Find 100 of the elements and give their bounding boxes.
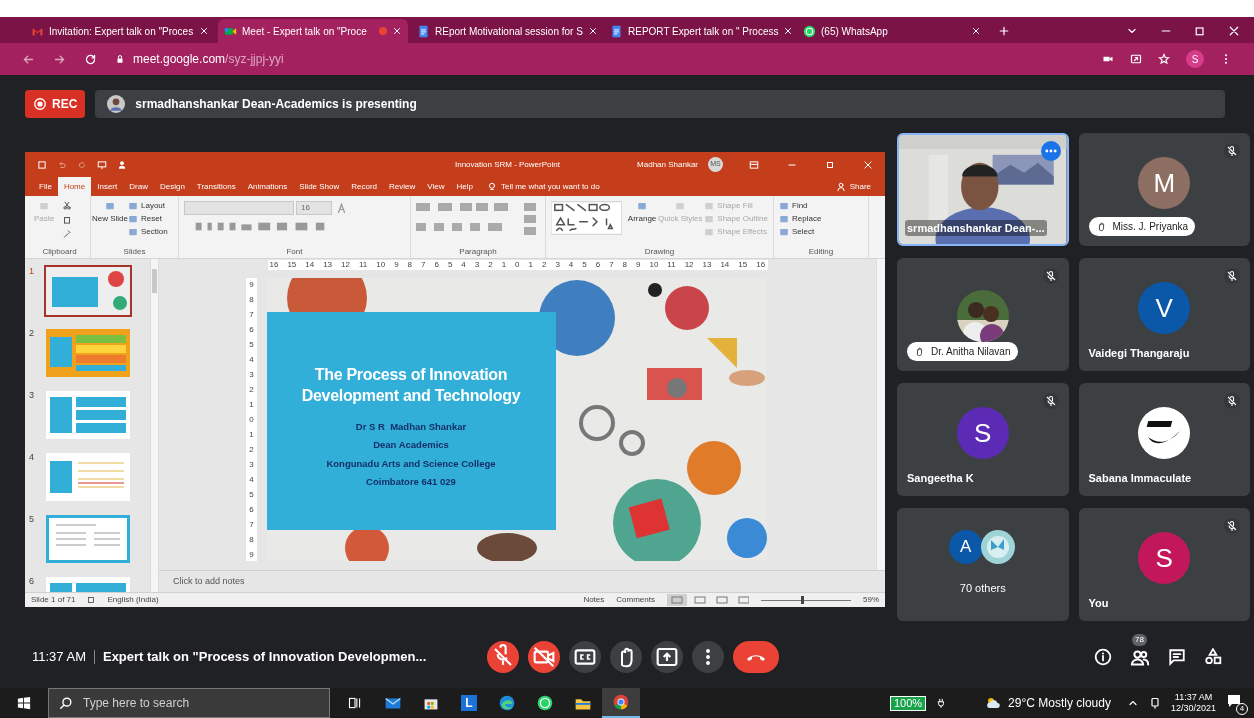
slide-number: 3 [29, 389, 35, 402]
captions-button[interactable] [569, 641, 601, 673]
network-icon[interactable] [1148, 697, 1161, 709]
meeting-time: 11:37 AM [32, 648, 86, 667]
raised-hand-icon [914, 346, 925, 357]
document-icon [417, 24, 430, 38]
ribbon-button[interactable]: Reset [128, 214, 168, 224]
participant-tile[interactable]: Sabana Immaculate [1078, 383, 1250, 496]
windows-start-icon[interactable] [17, 696, 31, 710]
ribbon-button[interactable]: Replace [779, 214, 863, 224]
zoom-slider[interactable] [761, 596, 851, 604]
slide-number: 5 [29, 513, 35, 526]
ribbon-tab[interactable]: Slide Show [293, 177, 346, 196]
mic-off-icon [1224, 518, 1240, 534]
ribbon-button[interactable]: Arrange [627, 201, 657, 224]
spellcheck-icon[interactable] [87, 596, 96, 604]
copy-icon[interactable] [62, 215, 73, 225]
ribbon-button[interactable]: Find [779, 201, 863, 211]
meeting-title: Expert talk on "Process of Innovation Developmen... [102, 648, 427, 667]
tell-me-field[interactable]: Tell me what you want to do [500, 180, 600, 193]
participant-tile[interactable]: M Miss. J. Priyanka [1078, 133, 1250, 246]
ribbon-tab[interactable]: Animations [241, 177, 294, 196]
info-icon[interactable] [1094, 648, 1112, 666]
ribbon-tab[interactable]: File [33, 177, 58, 196]
url-field[interactable]: meet.google.com/syz-jjpj-yyi [133, 50, 284, 68]
more-options-icon[interactable] [1040, 141, 1061, 161]
more-options-button[interactable] [692, 641, 724, 673]
cloud-icon [984, 695, 1003, 711]
participant-tile[interactable]: A 70 others [897, 508, 1069, 621]
ribbon-tab[interactable]: Review [383, 177, 422, 196]
ribbon-button[interactable]: Layout [128, 201, 168, 211]
search-field[interactable]: Type here to search [48, 688, 330, 718]
ribbon-tab[interactable]: View [421, 177, 451, 196]
close-icon[interactable] [587, 26, 598, 36]
ribbon-display-icon[interactable] [749, 159, 759, 170]
restore-icon[interactable] [1194, 25, 1206, 37]
participant-tile[interactable]: S You [1078, 508, 1250, 621]
mic-off-button[interactable] [487, 641, 519, 673]
ribbon-tab[interactable]: Record [345, 177, 384, 196]
ribbon-tab[interactable]: Design [153, 177, 191, 196]
activities-icon[interactable] [1204, 648, 1222, 666]
share-icon[interactable] [1130, 53, 1142, 65]
participant-tile[interactable]: S Sangeetha K [897, 383, 1069, 496]
close-icon[interactable] [971, 26, 981, 36]
taskbar-app-button[interactable] [602, 688, 640, 718]
raise-hand-button[interactable] [610, 641, 642, 673]
slide-number: 6 [29, 575, 35, 588]
share-button[interactable]: Share [849, 180, 871, 193]
notes-placeholder[interactable]: Click to add notes [173, 574, 245, 589]
scrollbar[interactable] [150, 259, 159, 592]
ribbon-tab[interactable]: Transitions [190, 177, 242, 196]
close-icon[interactable] [199, 26, 209, 36]
brush-icon[interactable] [62, 229, 73, 239]
ribbon-tab[interactable]: Insert [91, 177, 124, 196]
participant-tile[interactable]: Dr. Anitha Nilavan [897, 258, 1069, 371]
ribbon-tab[interactable]: Draw [123, 177, 154, 196]
document-icon [610, 24, 623, 38]
vertical-ruler: 9 8 7 6 5 4 3 2 1 0 1 2 3 4 5 6 7 8 9 [246, 278, 257, 561]
new-tab-icon[interactable] [998, 25, 1010, 37]
notes-button[interactable]: Notes [583, 595, 605, 605]
app-icon[interactable]: L [461, 695, 477, 711]
browser-tab[interactable]: Meet - Expert talk on "Proce [218, 19, 408, 43]
comments-button[interactable]: Comments [616, 595, 655, 605]
present-button[interactable] [651, 641, 683, 673]
ribbon-tab[interactable]: Help [450, 177, 479, 196]
close-icon[interactable] [1228, 25, 1240, 37]
profile-avatar[interactable]: S [1186, 50, 1204, 68]
ribbon-button[interactable]: Select [779, 227, 863, 237]
person-icon[interactable] [117, 159, 127, 170]
person-icon [835, 181, 846, 192]
avatar-icon [107, 94, 126, 113]
shapes-gallery-icon[interactable] [551, 201, 622, 235]
clock[interactable]: 11:37 AM 12/30/2021 [1170, 692, 1216, 714]
notification-button[interactable]: 4 [1226, 693, 1246, 713]
star-icon[interactable] [1158, 53, 1170, 65]
save-icon[interactable] [37, 159, 47, 170]
font-name-field[interactable] [184, 201, 294, 215]
close-icon[interactable] [783, 26, 794, 36]
ribbon-tab[interactable]: Home [57, 177, 92, 196]
camera-off-button[interactable] [528, 641, 560, 673]
participant-tile[interactable]: V Vaidegi Thangaraju [1078, 258, 1250, 371]
close-icon[interactable] [863, 159, 873, 170]
slide-text: Coimbatore 641 029 [366, 474, 456, 489]
ribbon-item-icon [704, 227, 715, 237]
slide-text: Kongunadu Arts and Science College [326, 456, 496, 471]
ribbon-button[interactable]: Section [128, 227, 168, 237]
ribbon-item-icon [105, 201, 115, 211]
chat-icon[interactable] [1168, 648, 1186, 666]
participant-tile[interactable]: srmadhanshankar Dean-... [897, 133, 1069, 246]
close-icon[interactable] [392, 26, 402, 36]
restore-icon[interactable] [825, 159, 835, 170]
scissors-icon[interactable] [62, 201, 73, 211]
reload-icon[interactable] [84, 52, 97, 66]
weather-text: 29°C Mostly cloudy [1008, 695, 1111, 712]
presentation-icon[interactable] [97, 159, 107, 170]
ribbon-group-label: Drawing [643, 247, 676, 257]
mic-off-icon [1224, 143, 1240, 159]
slide-number: 1 [29, 265, 35, 278]
scrollbar[interactable] [876, 259, 885, 570]
end-call-button[interactable] [733, 641, 779, 673]
